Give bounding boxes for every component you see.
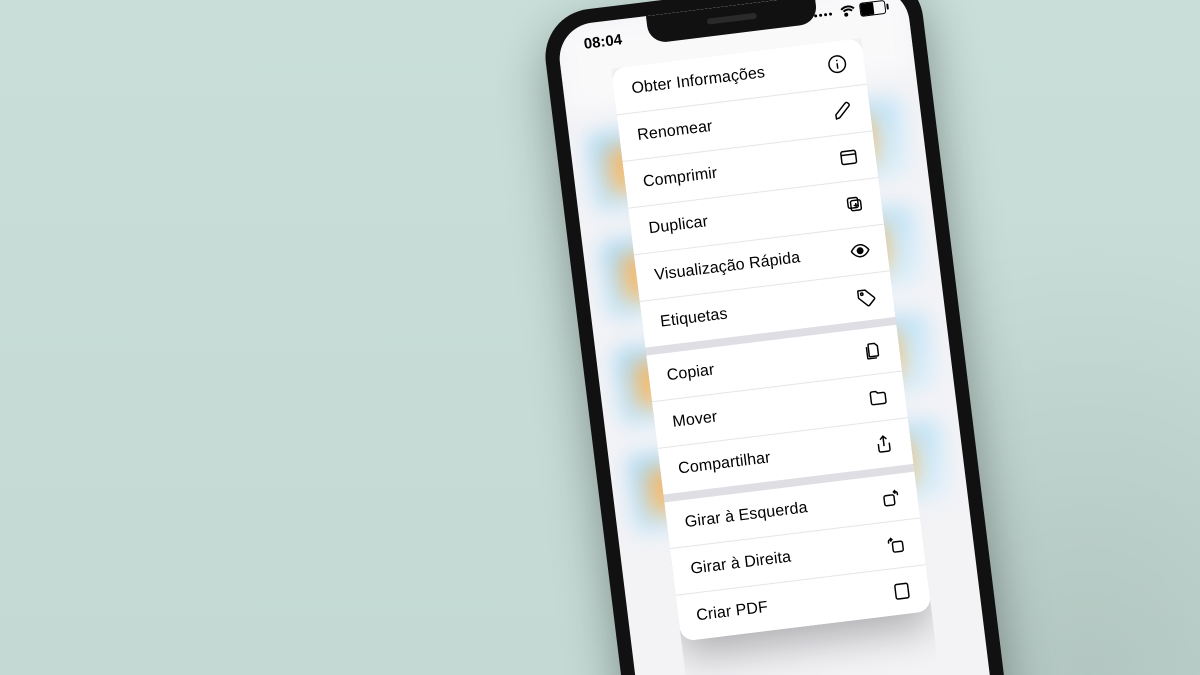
copy-icon <box>860 339 885 364</box>
scene: 08:04 <box>0 0 1200 675</box>
pdf-icon <box>890 579 915 604</box>
rotate-left-icon <box>878 486 903 511</box>
menu-item-label: Visualização Rápida <box>654 249 802 285</box>
info-icon <box>825 52 850 77</box>
menu-item-label: Girar à Esquerda <box>684 499 809 532</box>
status-indicators <box>813 0 886 23</box>
menu-item-label: Obter Informações <box>631 64 766 98</box>
phone-screen: 08:04 <box>556 0 995 675</box>
menu-item-label: Copiar <box>666 361 716 385</box>
status-time: 08:04 <box>583 31 623 53</box>
menu-item-label: Criar PDF <box>695 599 769 626</box>
menu-item-label: Duplicar <box>648 213 709 238</box>
folder-icon <box>866 385 891 410</box>
menu-item-label: Girar à Direita <box>690 549 793 579</box>
eye-icon <box>848 238 873 263</box>
share-icon <box>872 432 897 457</box>
phone-frame: 08:04 <box>540 0 1010 675</box>
rotate-right-icon <box>884 532 909 557</box>
menu-item-label: Mover <box>672 408 719 431</box>
archive-icon <box>836 145 861 170</box>
tag-icon <box>854 285 879 310</box>
wifi-icon <box>837 5 854 19</box>
battery-icon <box>859 0 887 17</box>
menu-item-label: Compartilhar <box>677 449 771 478</box>
menu-item-label: Etiquetas <box>659 305 728 331</box>
menu-item-label: Renomear <box>636 118 713 145</box>
duplicate-icon <box>842 192 867 217</box>
menu-group: Girar à Esquerda Girar à Direita <box>663 464 931 642</box>
menu-group: Obter Informações Renomear <box>611 38 895 348</box>
pencil-icon <box>831 99 856 124</box>
signal-icon <box>814 12 832 17</box>
menu-item-label: Comprimir <box>642 165 718 192</box>
